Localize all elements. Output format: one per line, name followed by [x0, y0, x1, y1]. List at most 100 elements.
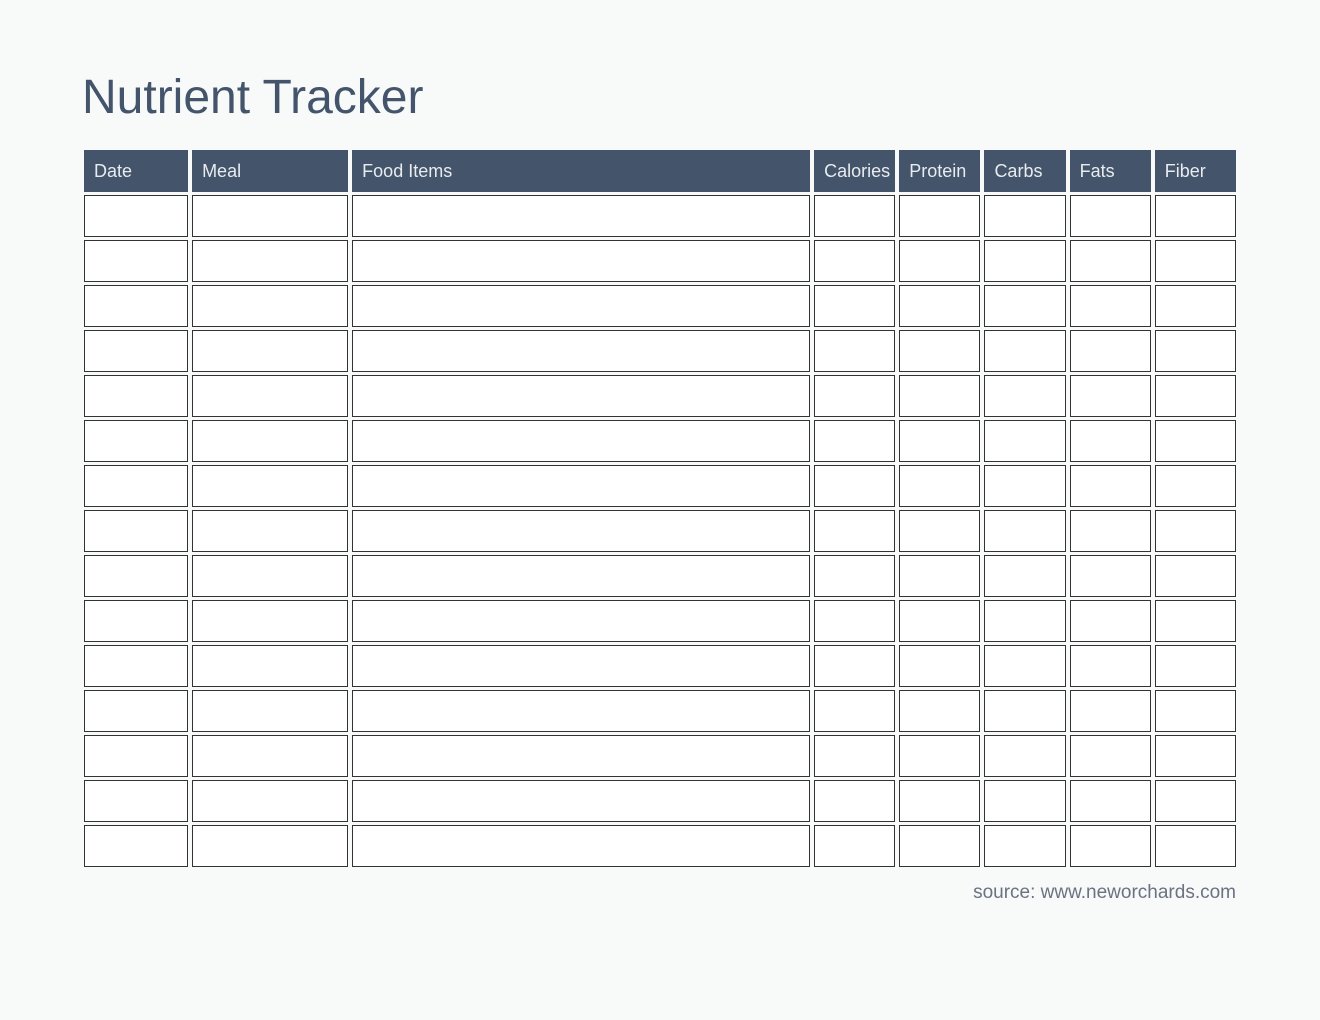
nutrient-table: Date Meal Food Items Calories Protein Ca… — [80, 147, 1240, 870]
table-row — [84, 510, 1236, 552]
table-cell — [984, 780, 1065, 822]
table-cell — [192, 240, 348, 282]
table-cell — [192, 285, 348, 327]
table-cell — [1155, 330, 1236, 372]
table-cell — [352, 825, 810, 867]
table-cell — [1070, 375, 1151, 417]
table-cell — [352, 285, 810, 327]
table-cell — [899, 285, 980, 327]
table-row — [84, 465, 1236, 507]
table-cell — [352, 240, 810, 282]
col-header-date: Date — [84, 150, 188, 192]
table-cell — [192, 465, 348, 507]
table-cell — [814, 825, 895, 867]
table-cell — [1070, 600, 1151, 642]
table-cell — [899, 510, 980, 552]
table-cell — [984, 510, 1065, 552]
table-cell — [1070, 240, 1151, 282]
table-cell — [1155, 645, 1236, 687]
table-cell — [984, 465, 1065, 507]
table-cell — [352, 780, 810, 822]
source-footer: source: www.neworchards.com — [80, 882, 1240, 904]
table-cell — [984, 555, 1065, 597]
table-cell — [899, 600, 980, 642]
table-cell — [1070, 285, 1151, 327]
table-cell — [192, 195, 348, 237]
table-cell — [899, 690, 980, 732]
table-body — [84, 195, 1236, 867]
table-cell — [984, 330, 1065, 372]
table-cell — [1155, 735, 1236, 777]
table-cell — [899, 780, 980, 822]
table-cell — [1155, 375, 1236, 417]
col-header-meal: Meal — [192, 150, 348, 192]
table-cell — [352, 645, 810, 687]
table-cell — [192, 690, 348, 732]
table-cell — [814, 420, 895, 462]
page-title: Nutrient Tracker — [82, 70, 1240, 125]
table-cell — [352, 375, 810, 417]
table-cell — [84, 825, 188, 867]
table-cell — [84, 285, 188, 327]
table-cell — [84, 375, 188, 417]
table-cell — [899, 465, 980, 507]
table-cell — [352, 420, 810, 462]
table-cell — [814, 645, 895, 687]
table-cell — [1155, 690, 1236, 732]
table-row — [84, 780, 1236, 822]
col-header-food: Food Items — [352, 150, 810, 192]
table-cell — [814, 555, 895, 597]
table-cell — [1070, 510, 1151, 552]
table-row — [84, 735, 1236, 777]
table-cell — [192, 330, 348, 372]
table-cell — [192, 555, 348, 597]
table-cell — [814, 285, 895, 327]
table-row — [84, 420, 1236, 462]
col-header-protein: Protein — [899, 150, 980, 192]
table-cell — [899, 195, 980, 237]
table-cell — [899, 420, 980, 462]
table-cell — [84, 555, 188, 597]
table-cell — [84, 465, 188, 507]
table-cell — [1155, 465, 1236, 507]
table-cell — [899, 240, 980, 282]
table-cell — [84, 510, 188, 552]
table-cell — [352, 465, 810, 507]
table-cell — [352, 555, 810, 597]
table-cell — [84, 195, 188, 237]
table-cell — [1070, 735, 1151, 777]
table-cell — [814, 465, 895, 507]
table-cell — [192, 420, 348, 462]
table-row — [84, 240, 1236, 282]
table-cell — [192, 780, 348, 822]
table-cell — [1070, 465, 1151, 507]
table-cell — [984, 645, 1065, 687]
table-cell — [814, 690, 895, 732]
table-cell — [814, 195, 895, 237]
table-cell — [1155, 240, 1236, 282]
table-row — [84, 600, 1236, 642]
table-cell — [1070, 645, 1151, 687]
table-cell — [192, 375, 348, 417]
table-cell — [84, 420, 188, 462]
table-cell — [1155, 285, 1236, 327]
table-cell — [899, 645, 980, 687]
table-cell — [192, 825, 348, 867]
col-header-fats: Fats — [1070, 150, 1151, 192]
table-cell — [899, 330, 980, 372]
table-cell — [1070, 780, 1151, 822]
table-cell — [352, 195, 810, 237]
table-row — [84, 330, 1236, 372]
table-cell — [984, 375, 1065, 417]
table-cell — [1155, 600, 1236, 642]
table-cell — [192, 645, 348, 687]
table-cell — [84, 780, 188, 822]
table-cell — [984, 285, 1065, 327]
col-header-calories: Calories — [814, 150, 895, 192]
table-cell — [814, 240, 895, 282]
table-cell — [984, 825, 1065, 867]
table-cell — [984, 420, 1065, 462]
table-cell — [84, 645, 188, 687]
table-cell — [984, 735, 1065, 777]
table-cell — [1070, 195, 1151, 237]
